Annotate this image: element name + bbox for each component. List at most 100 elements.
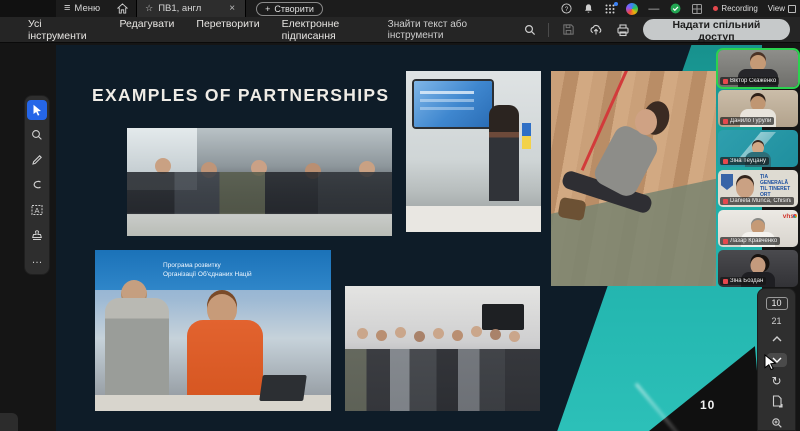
document-tab[interactable]: ☆ ПВ1, англ × bbox=[136, 0, 246, 17]
participant-tile[interactable]: ȚIA GENERALĂ TIL TINERET ORT Daniela Mun… bbox=[718, 170, 798, 207]
participant-name: Зіна Теуцану bbox=[730, 158, 766, 164]
search-field[interactable]: Знайти текст або інструменти bbox=[388, 19, 537, 41]
slide-title: EXAMPLES OF PARTNERSHIPS bbox=[92, 85, 389, 106]
svg-text:?: ? bbox=[565, 6, 569, 13]
photo-conference-table bbox=[406, 206, 541, 232]
notifications-bell-icon[interactable] bbox=[582, 3, 594, 15]
tab-close-icon[interactable]: × bbox=[227, 3, 237, 14]
create-button[interactable]: + Створити bbox=[256, 2, 323, 16]
participant-name-bar: Зіна Боздан bbox=[720, 277, 766, 285]
bottom-left-panel-stub[interactable] bbox=[0, 413, 18, 431]
participant-tile[interactable]: Зіна Боздан bbox=[718, 250, 798, 287]
minimize-icon[interactable]: — bbox=[648, 3, 659, 15]
cloud-upload-icon[interactable] bbox=[588, 22, 603, 38]
select-tool-button[interactable] bbox=[27, 100, 47, 120]
current-page-input[interactable]: 10 bbox=[766, 297, 788, 310]
photo-people-suits bbox=[127, 172, 392, 214]
muted-mic-icon bbox=[723, 79, 728, 84]
menu-esign[interactable]: Електронне підписання bbox=[282, 18, 388, 42]
recording-label: Recording bbox=[721, 4, 757, 13]
participant-name: Лазар Кравченко bbox=[730, 238, 777, 244]
flyer-crest-icon bbox=[721, 174, 733, 190]
favorite-star-icon[interactable]: ☆ bbox=[145, 3, 153, 14]
menu-label: Меню bbox=[74, 3, 100, 14]
recording-dot-icon bbox=[713, 6, 718, 11]
muted-mic-icon bbox=[723, 279, 728, 284]
zoom-in-button[interactable] bbox=[767, 415, 787, 430]
photo-meeting-table bbox=[127, 128, 392, 236]
photo-presentation-room bbox=[406, 71, 541, 232]
mouse-cursor bbox=[764, 354, 777, 376]
search-icon bbox=[524, 24, 536, 36]
photo-group-standing bbox=[345, 286, 540, 411]
menu-edit[interactable]: Редагувати bbox=[119, 18, 174, 42]
apps-grid-icon[interactable] bbox=[604, 3, 616, 15]
total-pages-label: 21 bbox=[771, 316, 781, 326]
photo-undp-office: Програма розвитку Організації Об'єднаних… bbox=[95, 250, 331, 411]
home-button[interactable] bbox=[108, 0, 136, 17]
photo-ukraine-flag bbox=[522, 123, 531, 149]
plus-icon: + bbox=[265, 4, 270, 14]
pencil-annotate-button[interactable] bbox=[27, 150, 47, 170]
flyer-line: ȚIA GENERALĂ bbox=[760, 174, 796, 186]
tools-menu: Усі інструменти Редагувати Перетворити Е… bbox=[0, 18, 388, 42]
toolbar-right-cluster: Знайти текст або інструменти Надати спіл… bbox=[388, 19, 800, 41]
participant-tile[interactable]: vhs Лазар Кравченко bbox=[718, 210, 798, 247]
vhs-logo-dot-icon bbox=[793, 214, 797, 218]
participant-tile[interactable]: Зіна Теуцану bbox=[718, 130, 798, 167]
acrobat-window: ≡ Меню ☆ ПВ1, англ × + Створити ? bbox=[0, 0, 800, 431]
participant-name: Daniela Munca, Chisinau bbox=[730, 198, 791, 204]
hamburger-icon: ≡ bbox=[64, 3, 70, 14]
photo-group-heads bbox=[357, 328, 368, 339]
save-icon[interactable] bbox=[561, 22, 576, 38]
help-icon[interactable]: ? bbox=[560, 3, 572, 15]
print-icon[interactable] bbox=[616, 22, 631, 38]
zoom-tool-button[interactable] bbox=[27, 125, 47, 145]
divider bbox=[548, 23, 549, 37]
photo-exercise-band bbox=[551, 71, 716, 286]
titlebar-corner bbox=[0, 0, 56, 17]
menu-button[interactable]: ≡ Меню bbox=[56, 0, 108, 17]
view-layout-icon bbox=[788, 5, 796, 13]
slide-page-number: 10 bbox=[700, 398, 715, 412]
lasso-eraser-button[interactable] bbox=[27, 175, 47, 195]
menu-convert[interactable]: Перетворити bbox=[196, 18, 259, 42]
participant-name: Данило Гурули bbox=[730, 118, 771, 124]
participant-name-bar: Лазар Кравченко bbox=[720, 237, 780, 245]
stamp-tool-button[interactable] bbox=[27, 225, 47, 245]
photo-person-head bbox=[635, 109, 657, 135]
titlebar-right-cluster: ? — Recording View bbox=[560, 3, 800, 15]
photo-screen-text-lines bbox=[420, 91, 474, 94]
more-tools-button[interactable]: … bbox=[27, 250, 47, 270]
undp-banner-line2: Організації Об'єднаних Націй bbox=[163, 271, 331, 278]
menu-all-tools[interactable]: Усі інструменти bbox=[28, 18, 97, 42]
title-bar: ≡ Меню ☆ ПВ1, англ × + Створити ? bbox=[0, 0, 800, 17]
video-call-strip: Віктор Скаженко Данило Гурули Зіна Теуца… bbox=[718, 50, 798, 287]
view-label: View bbox=[768, 4, 785, 13]
participant-tile[interactable]: Данило Гурули bbox=[718, 90, 798, 127]
pdf-slide-page: EXAMPLES OF PARTNERSHIPS 10 bbox=[56, 45, 762, 431]
participant-name: Віктор Скаженко bbox=[730, 78, 776, 84]
gallery-view-icon[interactable] bbox=[691, 3, 703, 15]
participant-face bbox=[736, 178, 754, 198]
user-avatar[interactable] bbox=[626, 3, 638, 15]
photo-boot bbox=[557, 197, 586, 221]
notification-dot bbox=[614, 2, 618, 6]
muted-mic-icon bbox=[723, 159, 728, 164]
svg-text:A: A bbox=[34, 206, 39, 215]
photo-group-bodies bbox=[345, 349, 540, 411]
search-label: Знайти текст або інструменти bbox=[388, 19, 519, 41]
photo-tv-screen bbox=[482, 304, 524, 330]
home-icon bbox=[116, 3, 128, 15]
participant-name: Зіна Боздан bbox=[730, 278, 763, 284]
previous-page-button[interactable] bbox=[767, 332, 787, 347]
view-menu[interactable]: View bbox=[768, 4, 796, 13]
photo-standing-presenter bbox=[489, 105, 519, 201]
document-tab-title: ПВ1, англ bbox=[158, 3, 201, 14]
participant-name-bar: Данило Гурули bbox=[720, 117, 774, 125]
flyer-text: ȚIA GENERALĂ TIL TINERET ORT bbox=[760, 174, 796, 198]
participant-tile[interactable]: Віктор Скаженко bbox=[718, 50, 798, 87]
fit-page-button[interactable] bbox=[767, 394, 787, 409]
text-box-tool-button[interactable]: A bbox=[27, 200, 47, 220]
share-button[interactable]: Надати спільний доступ bbox=[643, 19, 790, 40]
